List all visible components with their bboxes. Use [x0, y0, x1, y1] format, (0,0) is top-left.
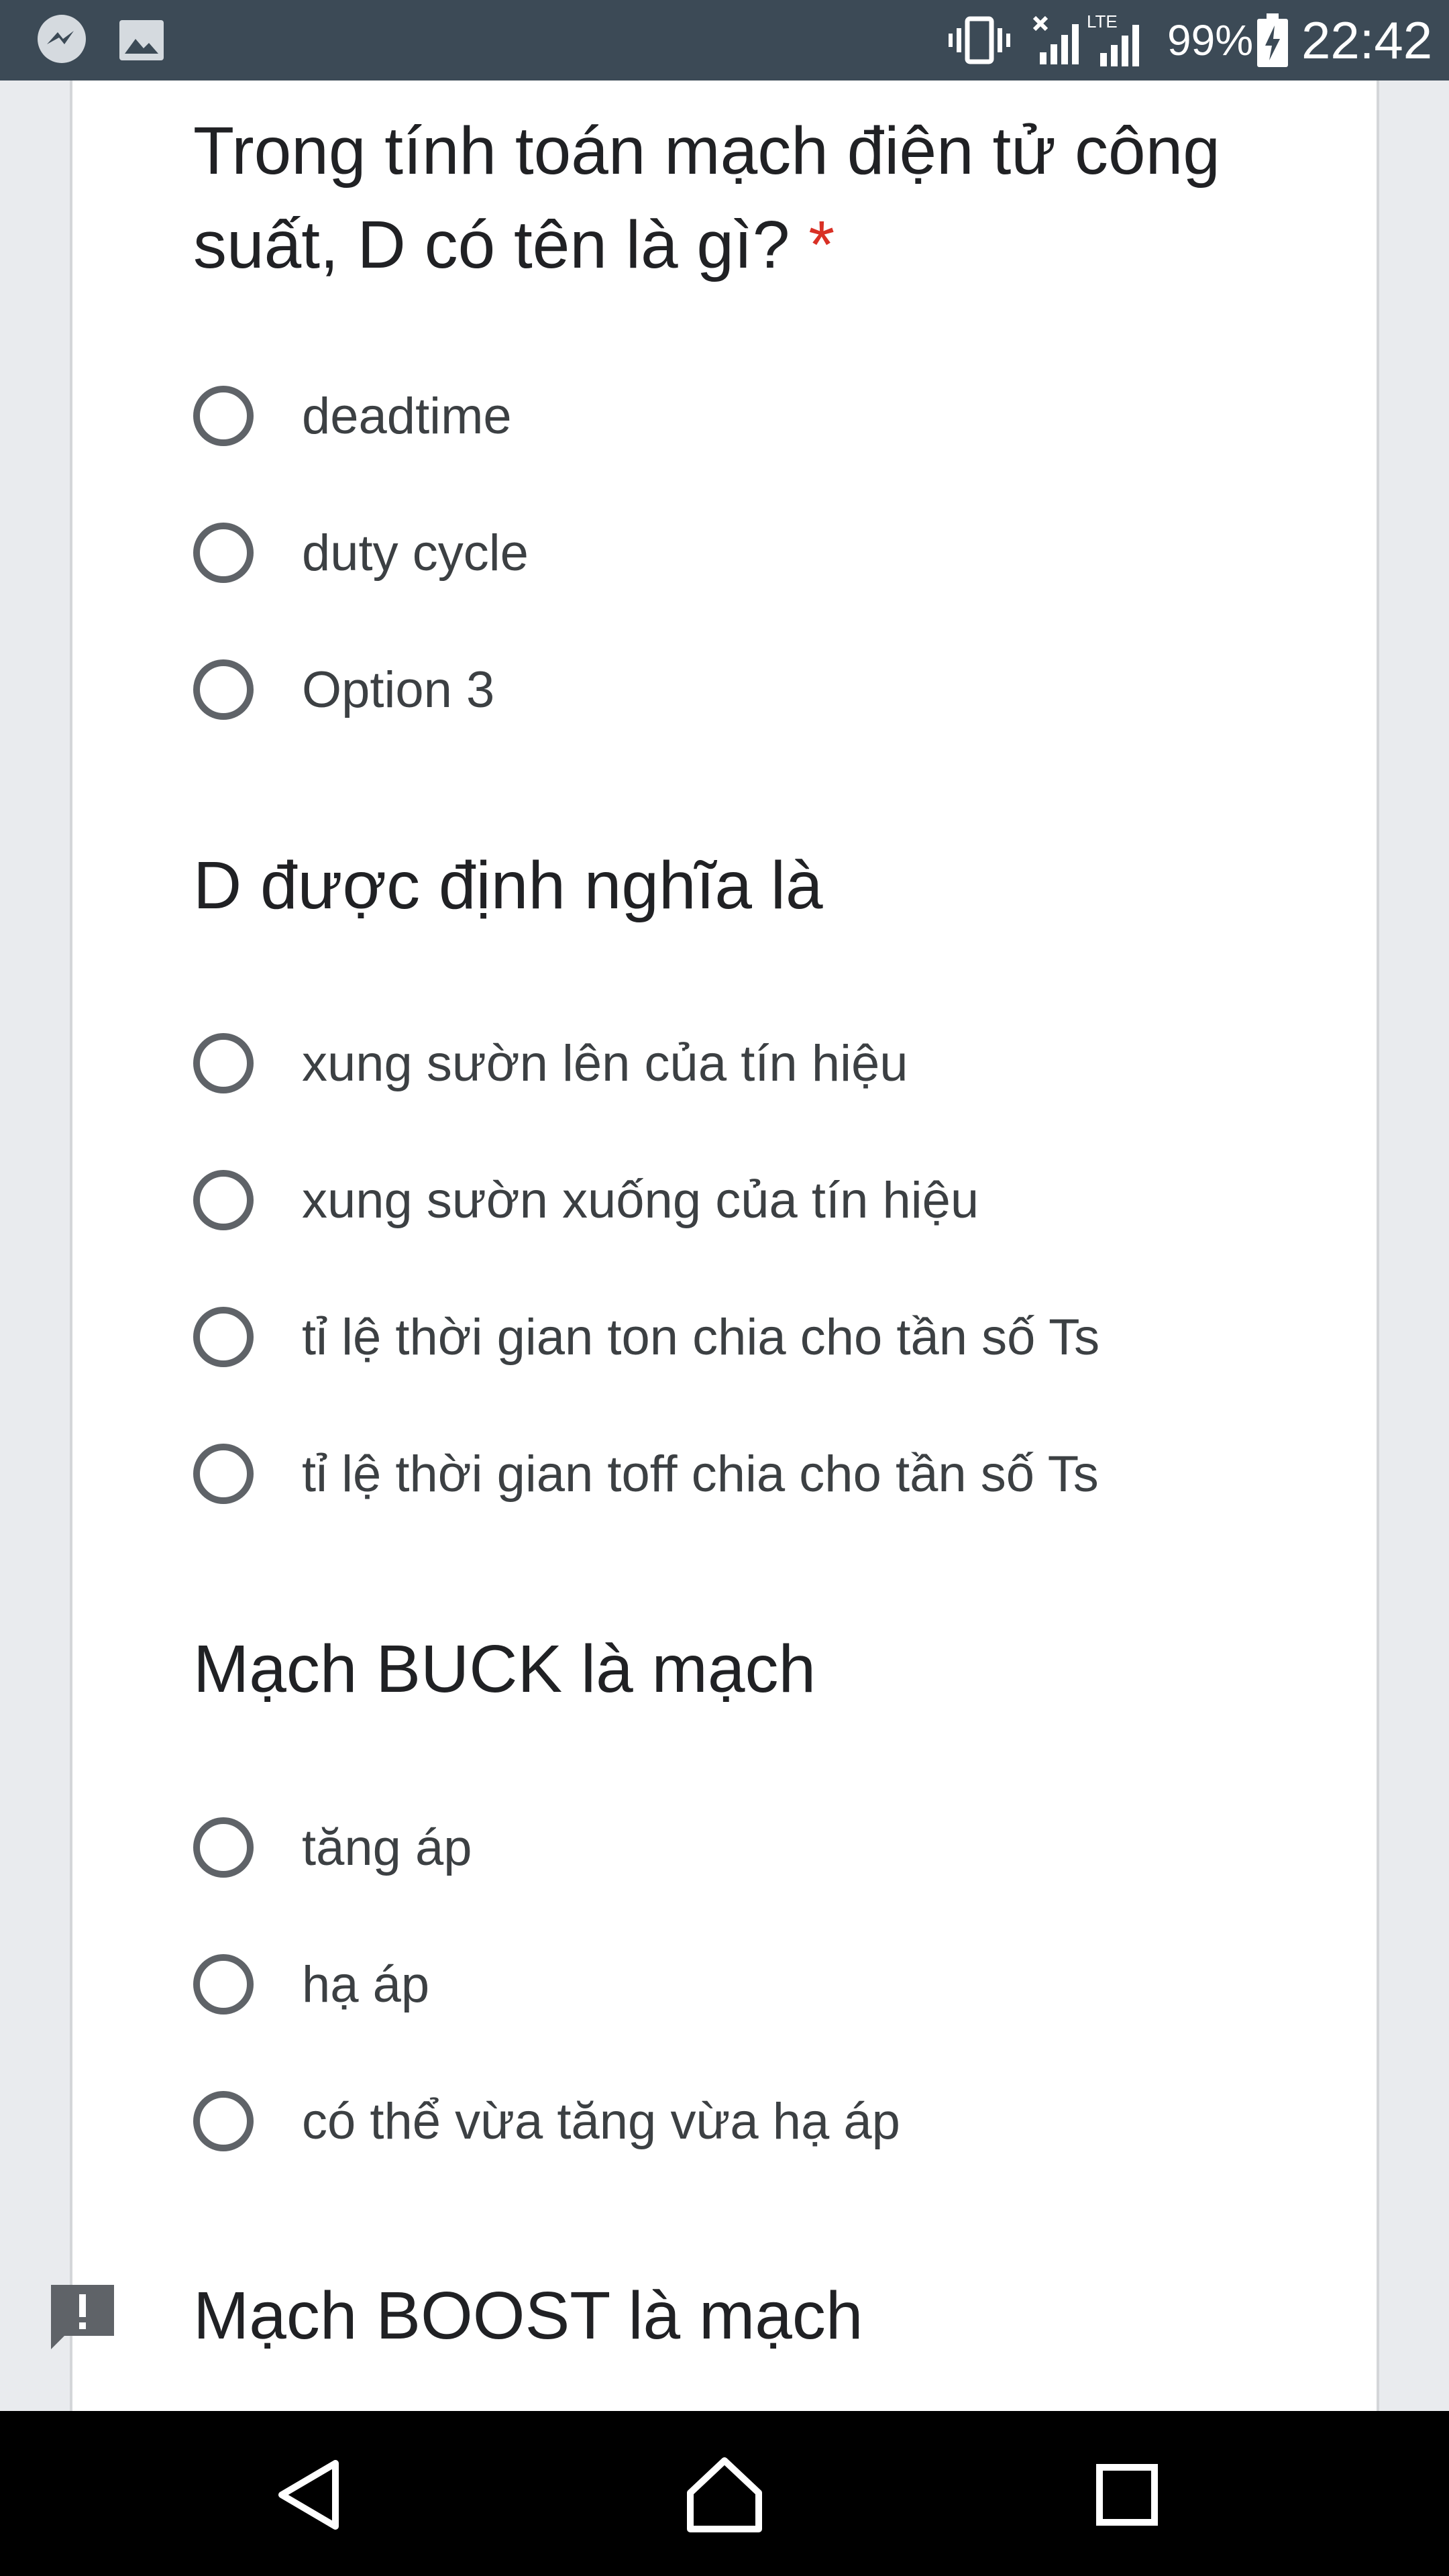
- q1-option-duty-cycle[interactable]: duty cycle: [193, 513, 1267, 593]
- option-label: tăng áp: [302, 1819, 472, 1876]
- q2-option-4[interactable]: tỉ lệ thời gian toff chia cho tần số Ts: [193, 1434, 1267, 1514]
- radio-button[interactable]: [193, 1033, 254, 1093]
- navigation-bar: [0, 2411, 1449, 2576]
- signal-x-icon: [1030, 0, 1084, 80]
- status-bar: LTE 99% 22:42: [0, 0, 1449, 80]
- messenger-icon: [34, 0, 90, 80]
- option-label: tỉ lệ thời gian toff chia cho tần số Ts: [302, 1445, 1099, 1503]
- question-2-title: D được định nghĩa là: [193, 848, 823, 923]
- option-label: có thể vừa tăng vừa hạ áp: [302, 2092, 900, 2150]
- question-4-title: Mạch BOOST là mạch: [193, 2278, 863, 2353]
- vibrate-icon: [947, 0, 1012, 80]
- radio-button[interactable]: [193, 523, 254, 583]
- battery-percentage: 99%: [1167, 16, 1254, 64]
- battery-charging-icon: [1256, 0, 1289, 80]
- radio-button[interactable]: [193, 1817, 254, 1878]
- radio-button[interactable]: [193, 659, 254, 720]
- required-asterisk: *: [808, 207, 835, 282]
- radio-button[interactable]: [193, 1170, 254, 1230]
- radio-button[interactable]: [193, 386, 254, 446]
- option-label: xung sườn xuống của tín hiệu: [302, 1171, 979, 1229]
- option-label: deadtime: [302, 387, 512, 445]
- lte-signal-icon: LTE: [1085, 0, 1150, 80]
- clock: 22:42: [1301, 11, 1433, 70]
- option-label: Option 3: [302, 661, 495, 718]
- image-icon: [118, 0, 165, 80]
- form-card: Trong tính toán mạch điện tử công suất, …: [70, 80, 1379, 2411]
- radio-button[interactable]: [193, 1307, 254, 1367]
- network-label: LTE: [1087, 11, 1118, 32]
- q3-option-2[interactable]: hạ áp: [193, 1944, 1267, 2025]
- home-icon[interactable]: [681, 2451, 768, 2538]
- q1-option-3[interactable]: Option 3: [193, 649, 1267, 730]
- radio-button[interactable]: [193, 2091, 254, 2151]
- option-label: tỉ lệ thời gian ton chia cho tần số Ts: [302, 1308, 1100, 1366]
- feedback-icon[interactable]: [46, 2281, 119, 2355]
- q2-option-3[interactable]: tỉ lệ thời gian ton chia cho tần số Ts: [193, 1297, 1267, 1377]
- q2-option-1[interactable]: xung sườn lên của tín hiệu: [193, 1023, 1267, 1104]
- back-icon[interactable]: [268, 2451, 356, 2538]
- q2-option-2[interactable]: xung sườn xuống của tín hiệu: [193, 1160, 1267, 1240]
- recents-icon[interactable]: [1083, 2451, 1171, 2538]
- q3-option-3[interactable]: có thể vừa tăng vừa hạ áp: [193, 2081, 1267, 2161]
- radio-button[interactable]: [193, 1954, 254, 2015]
- option-label: hạ áp: [302, 1955, 430, 2013]
- question-1-title: Trong tính toán mạch điện tử công suất, …: [193, 104, 1300, 292]
- q1-option-deadtime[interactable]: deadtime: [193, 376, 1267, 456]
- question-3-title: Mạch BUCK là mạch: [193, 1631, 816, 1707]
- question-1-text: Trong tính toán mạch điện tử công suất, …: [193, 113, 1220, 282]
- radio-button[interactable]: [193, 1444, 254, 1504]
- option-label: duty cycle: [302, 524, 529, 582]
- option-label: xung sườn lên của tín hiệu: [302, 1034, 908, 1092]
- q3-option-1[interactable]: tăng áp: [193, 1807, 1267, 1888]
